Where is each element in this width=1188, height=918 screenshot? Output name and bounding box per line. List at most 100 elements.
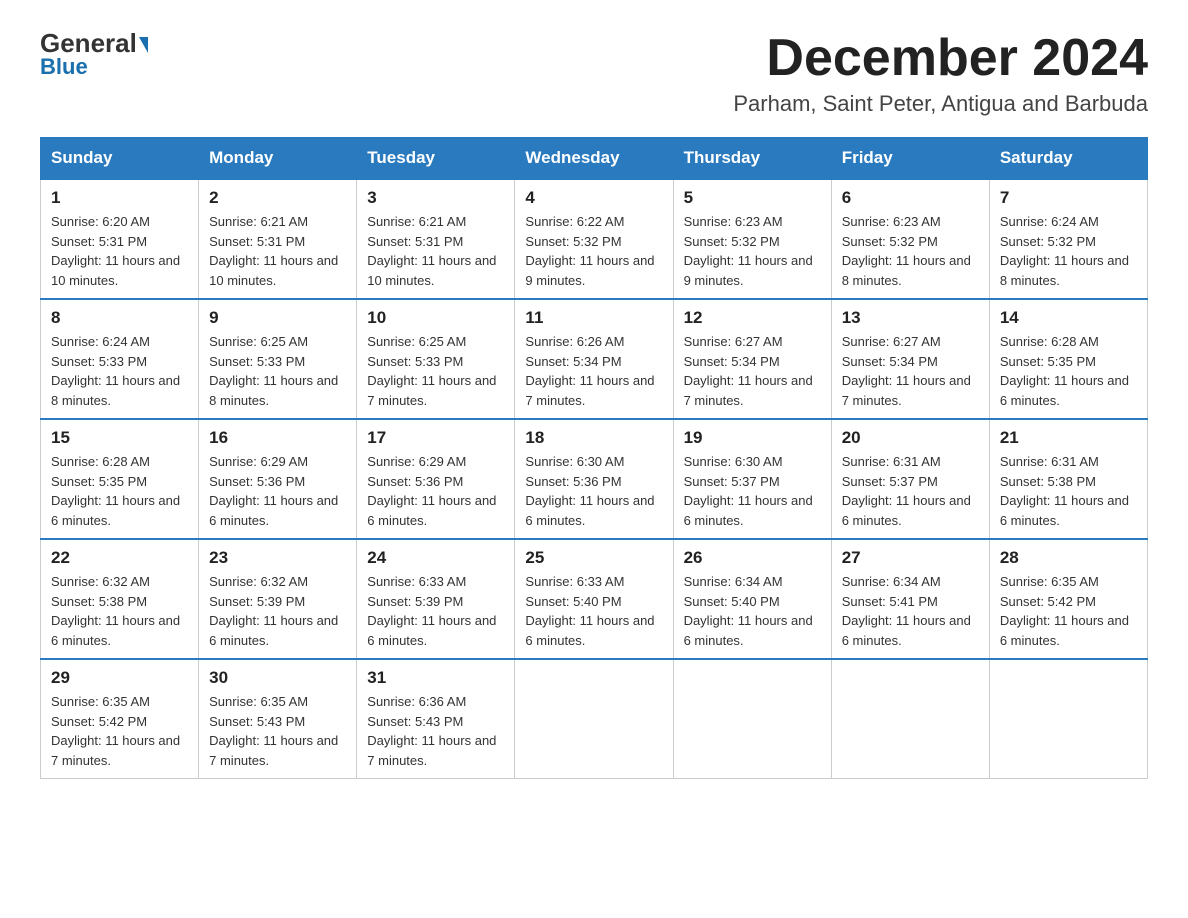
day-header-monday: Monday — [199, 138, 357, 180]
calendar-cell: 29 Sunrise: 6:35 AM Sunset: 5:42 PM Dayl… — [41, 659, 199, 779]
day-number: 19 — [684, 428, 821, 448]
calendar-cell: 27 Sunrise: 6:34 AM Sunset: 5:41 PM Dayl… — [831, 539, 989, 659]
calendar-cell: 24 Sunrise: 6:33 AM Sunset: 5:39 PM Dayl… — [357, 539, 515, 659]
day-number: 9 — [209, 308, 346, 328]
day-info: Sunrise: 6:30 AM Sunset: 5:36 PM Dayligh… — [525, 452, 662, 530]
calendar-cell: 16 Sunrise: 6:29 AM Sunset: 5:36 PM Dayl… — [199, 419, 357, 539]
day-info: Sunrise: 6:28 AM Sunset: 5:35 PM Dayligh… — [1000, 332, 1137, 410]
day-number: 20 — [842, 428, 979, 448]
calendar-cell: 12 Sunrise: 6:27 AM Sunset: 5:34 PM Dayl… — [673, 299, 831, 419]
day-header-saturday: Saturday — [989, 138, 1147, 180]
day-info: Sunrise: 6:33 AM Sunset: 5:40 PM Dayligh… — [525, 572, 662, 650]
calendar-cell — [515, 659, 673, 779]
calendar-cell: 7 Sunrise: 6:24 AM Sunset: 5:32 PM Dayli… — [989, 179, 1147, 299]
day-number: 25 — [525, 548, 662, 568]
day-info: Sunrise: 6:25 AM Sunset: 5:33 PM Dayligh… — [209, 332, 346, 410]
month-title: December 2024 — [733, 30, 1148, 87]
calendar-cell: 9 Sunrise: 6:25 AM Sunset: 5:33 PM Dayli… — [199, 299, 357, 419]
calendar-cell: 21 Sunrise: 6:31 AM Sunset: 5:38 PM Dayl… — [989, 419, 1147, 539]
day-info: Sunrise: 6:27 AM Sunset: 5:34 PM Dayligh… — [842, 332, 979, 410]
calendar-cell — [673, 659, 831, 779]
day-info: Sunrise: 6:27 AM Sunset: 5:34 PM Dayligh… — [684, 332, 821, 410]
day-number: 14 — [1000, 308, 1137, 328]
calendar-cell: 23 Sunrise: 6:32 AM Sunset: 5:39 PM Dayl… — [199, 539, 357, 659]
calendar-cell: 11 Sunrise: 6:26 AM Sunset: 5:34 PM Dayl… — [515, 299, 673, 419]
day-number: 28 — [1000, 548, 1137, 568]
day-number: 15 — [51, 428, 188, 448]
calendar-cell: 30 Sunrise: 6:35 AM Sunset: 5:43 PM Dayl… — [199, 659, 357, 779]
calendar-cell: 28 Sunrise: 6:35 AM Sunset: 5:42 PM Dayl… — [989, 539, 1147, 659]
day-number: 27 — [842, 548, 979, 568]
calendar-cell: 8 Sunrise: 6:24 AM Sunset: 5:33 PM Dayli… — [41, 299, 199, 419]
day-info: Sunrise: 6:23 AM Sunset: 5:32 PM Dayligh… — [684, 212, 821, 290]
week-row-5: 29 Sunrise: 6:35 AM Sunset: 5:42 PM Dayl… — [41, 659, 1148, 779]
calendar-cell: 1 Sunrise: 6:20 AM Sunset: 5:31 PM Dayli… — [41, 179, 199, 299]
calendar-cell: 10 Sunrise: 6:25 AM Sunset: 5:33 PM Dayl… — [357, 299, 515, 419]
day-number: 24 — [367, 548, 504, 568]
calendar-cell: 5 Sunrise: 6:23 AM Sunset: 5:32 PM Dayli… — [673, 179, 831, 299]
day-number: 3 — [367, 188, 504, 208]
day-number: 8 — [51, 308, 188, 328]
calendar-cell: 15 Sunrise: 6:28 AM Sunset: 5:35 PM Dayl… — [41, 419, 199, 539]
day-info: Sunrise: 6:22 AM Sunset: 5:32 PM Dayligh… — [525, 212, 662, 290]
day-header-wednesday: Wednesday — [515, 138, 673, 180]
day-number: 17 — [367, 428, 504, 448]
day-info: Sunrise: 6:21 AM Sunset: 5:31 PM Dayligh… — [209, 212, 346, 290]
day-info: Sunrise: 6:31 AM Sunset: 5:38 PM Dayligh… — [1000, 452, 1137, 530]
calendar-cell: 14 Sunrise: 6:28 AM Sunset: 5:35 PM Dayl… — [989, 299, 1147, 419]
day-header-tuesday: Tuesday — [357, 138, 515, 180]
calendar-cell: 25 Sunrise: 6:33 AM Sunset: 5:40 PM Dayl… — [515, 539, 673, 659]
day-info: Sunrise: 6:29 AM Sunset: 5:36 PM Dayligh… — [209, 452, 346, 530]
calendar-cell: 22 Sunrise: 6:32 AM Sunset: 5:38 PM Dayl… — [41, 539, 199, 659]
day-info: Sunrise: 6:26 AM Sunset: 5:34 PM Dayligh… — [525, 332, 662, 410]
day-number: 1 — [51, 188, 188, 208]
day-info: Sunrise: 6:21 AM Sunset: 5:31 PM Dayligh… — [367, 212, 504, 290]
day-info: Sunrise: 6:32 AM Sunset: 5:39 PM Dayligh… — [209, 572, 346, 650]
calendar-cell: 31 Sunrise: 6:36 AM Sunset: 5:43 PM Dayl… — [357, 659, 515, 779]
day-info: Sunrise: 6:30 AM Sunset: 5:37 PM Dayligh… — [684, 452, 821, 530]
day-number: 22 — [51, 548, 188, 568]
calendar-cell — [989, 659, 1147, 779]
location-title: Parham, Saint Peter, Antigua and Barbuda — [733, 91, 1148, 117]
week-row-4: 22 Sunrise: 6:32 AM Sunset: 5:38 PM Dayl… — [41, 539, 1148, 659]
calendar-cell: 18 Sunrise: 6:30 AM Sunset: 5:36 PM Dayl… — [515, 419, 673, 539]
day-info: Sunrise: 6:33 AM Sunset: 5:39 PM Dayligh… — [367, 572, 504, 650]
day-number: 23 — [209, 548, 346, 568]
logo-blue: Blue — [40, 54, 88, 80]
day-header-sunday: Sunday — [41, 138, 199, 180]
day-header-thursday: Thursday — [673, 138, 831, 180]
day-info: Sunrise: 6:23 AM Sunset: 5:32 PM Dayligh… — [842, 212, 979, 290]
day-info: Sunrise: 6:24 AM Sunset: 5:32 PM Dayligh… — [1000, 212, 1137, 290]
day-number: 18 — [525, 428, 662, 448]
logo: General Blue — [40, 30, 148, 80]
calendar-table: SundayMondayTuesdayWednesdayThursdayFrid… — [40, 137, 1148, 779]
day-info: Sunrise: 6:35 AM Sunset: 5:42 PM Dayligh… — [51, 692, 188, 770]
page-header: General Blue December 2024 Parham, Saint… — [40, 30, 1148, 117]
day-number: 4 — [525, 188, 662, 208]
day-number: 13 — [842, 308, 979, 328]
day-number: 7 — [1000, 188, 1137, 208]
week-row-1: 1 Sunrise: 6:20 AM Sunset: 5:31 PM Dayli… — [41, 179, 1148, 299]
day-number: 10 — [367, 308, 504, 328]
day-number: 30 — [209, 668, 346, 688]
day-info: Sunrise: 6:24 AM Sunset: 5:33 PM Dayligh… — [51, 332, 188, 410]
day-number: 16 — [209, 428, 346, 448]
day-info: Sunrise: 6:34 AM Sunset: 5:41 PM Dayligh… — [842, 572, 979, 650]
calendar-cell: 19 Sunrise: 6:30 AM Sunset: 5:37 PM Dayl… — [673, 419, 831, 539]
week-row-2: 8 Sunrise: 6:24 AM Sunset: 5:33 PM Dayli… — [41, 299, 1148, 419]
day-info: Sunrise: 6:34 AM Sunset: 5:40 PM Dayligh… — [684, 572, 821, 650]
calendar-cell — [831, 659, 989, 779]
day-info: Sunrise: 6:32 AM Sunset: 5:38 PM Dayligh… — [51, 572, 188, 650]
day-number: 26 — [684, 548, 821, 568]
day-info: Sunrise: 6:28 AM Sunset: 5:35 PM Dayligh… — [51, 452, 188, 530]
calendar-cell: 4 Sunrise: 6:22 AM Sunset: 5:32 PM Dayli… — [515, 179, 673, 299]
calendar-cell: 3 Sunrise: 6:21 AM Sunset: 5:31 PM Dayli… — [357, 179, 515, 299]
logo-text: General — [40, 30, 148, 56]
day-number: 31 — [367, 668, 504, 688]
calendar-cell: 17 Sunrise: 6:29 AM Sunset: 5:36 PM Dayl… — [357, 419, 515, 539]
day-number: 21 — [1000, 428, 1137, 448]
day-number: 6 — [842, 188, 979, 208]
day-info: Sunrise: 6:35 AM Sunset: 5:43 PM Dayligh… — [209, 692, 346, 770]
title-area: December 2024 Parham, Saint Peter, Antig… — [733, 30, 1148, 117]
day-info: Sunrise: 6:25 AM Sunset: 5:33 PM Dayligh… — [367, 332, 504, 410]
